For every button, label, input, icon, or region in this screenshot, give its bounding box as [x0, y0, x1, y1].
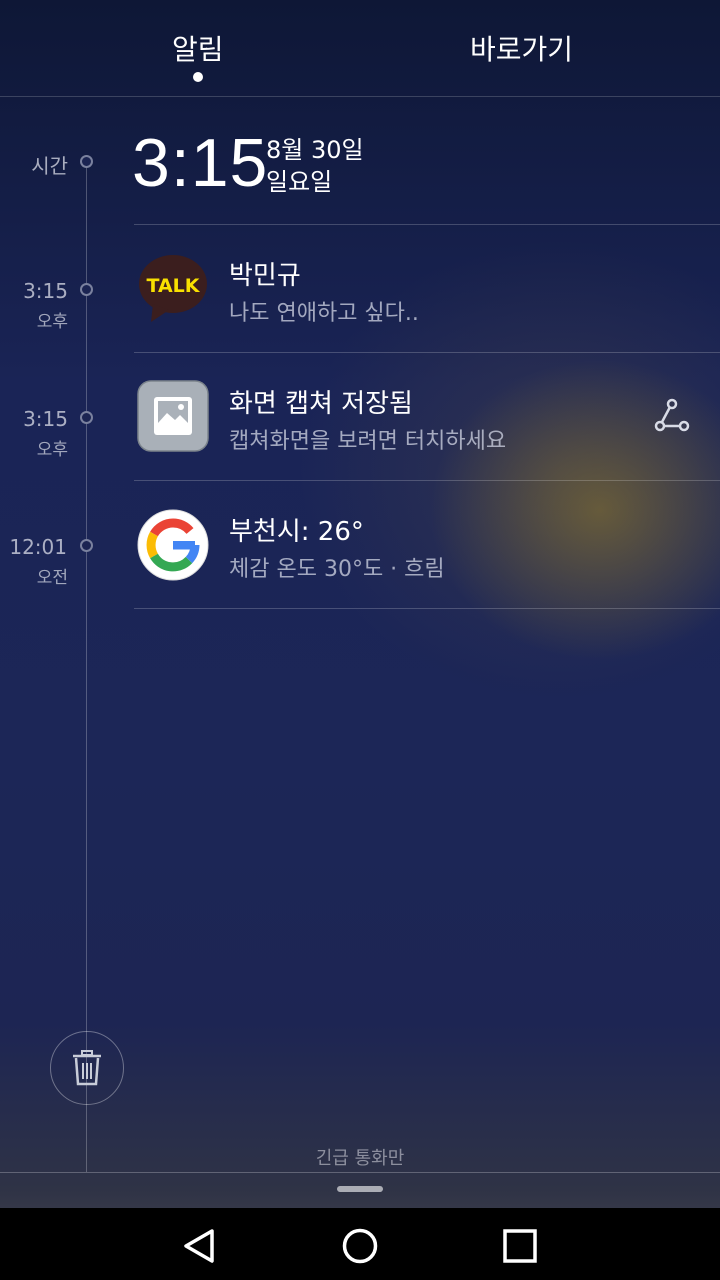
- timeline-node: [80, 155, 93, 168]
- tab-notifications[interactable]: 알림: [172, 28, 224, 68]
- drag-handle[interactable]: [337, 1186, 383, 1192]
- home-icon[interactable]: [340, 1226, 380, 1266]
- divider: [134, 608, 720, 609]
- navigation-bar: [0, 1208, 720, 1280]
- divider: [134, 224, 720, 225]
- timeline-node: [80, 539, 93, 552]
- timeline-node: [80, 283, 93, 296]
- timeline-line: [86, 160, 87, 1172]
- notification-text: 체감 온도 30°도 · 흐림: [229, 557, 445, 582]
- back-icon[interactable]: [180, 1226, 220, 1266]
- tab-shortcuts[interactable]: 바로가기: [470, 28, 573, 68]
- active-tab-indicator: [193, 72, 203, 82]
- notification-time: 3:15: [23, 407, 68, 431]
- timeline-time-label: 시간: [31, 154, 68, 178]
- kakaotalk-icon-text: TALK: [146, 275, 200, 297]
- notification-ampm: 오전: [36, 568, 68, 588]
- divider: [134, 352, 720, 353]
- divider: [134, 480, 720, 481]
- notification-text: 캡쳐화면을 보려면 터치하세요: [229, 429, 507, 454]
- weekday: 일요일: [266, 168, 333, 196]
- clock: 3:15: [132, 125, 269, 201]
- google-icon: [137, 509, 209, 581]
- share-icon[interactable]: [652, 396, 692, 436]
- notification-text: 나도 연애하고 싶다..: [229, 301, 419, 326]
- notification-title: 박민규: [229, 261, 301, 291]
- emergency-calls-only: 긴급 통화만: [315, 1148, 405, 1169]
- date: 8월 30일: [266, 136, 364, 164]
- notification-title: 화면 캡쳐 저장됨: [229, 389, 413, 419]
- gallery-icon: [137, 380, 209, 452]
- kakaotalk-icon: TALK: [139, 255, 207, 322]
- trash-icon: [73, 1050, 101, 1086]
- timeline-node: [80, 411, 93, 424]
- clear-all-button[interactable]: [50, 1031, 124, 1105]
- notification-tabs: 알림 바로가기: [0, 0, 720, 97]
- notification-title: 부천시: 26°: [229, 517, 364, 547]
- notification-time: 12:01: [9, 535, 67, 559]
- notification-ampm: 오후: [36, 440, 68, 460]
- notification-ampm: 오후: [36, 312, 68, 332]
- divider: [0, 1172, 720, 1173]
- notification-time: 3:15: [23, 279, 68, 303]
- recents-icon[interactable]: [500, 1226, 540, 1266]
